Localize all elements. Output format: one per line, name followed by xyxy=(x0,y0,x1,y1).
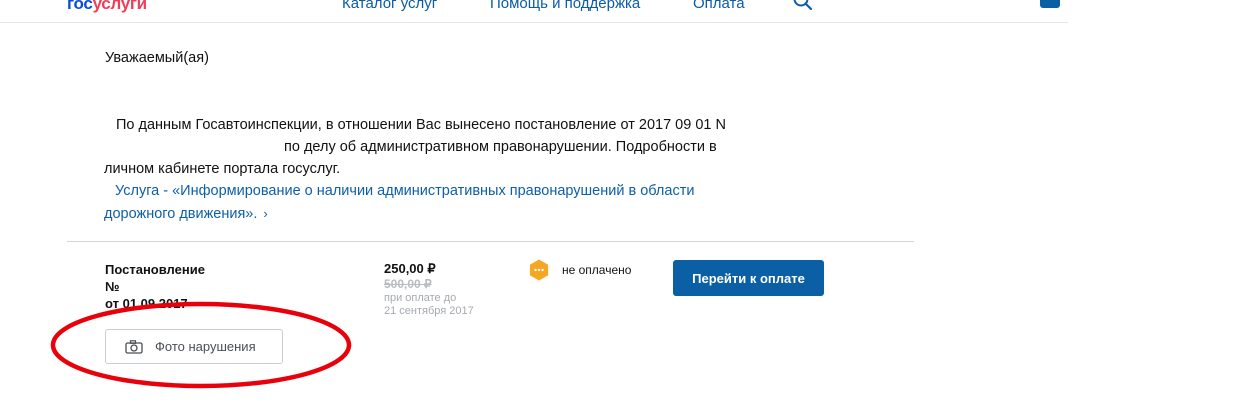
gosuslugi-logo[interactable]: госуслуги xyxy=(67,0,147,14)
logo-part-1: гос xyxy=(67,0,93,13)
service-link-line-2[interactable]: дорожного движения». xyxy=(104,206,257,222)
fine-title: Постановление № от 01.09.2017 xyxy=(105,261,245,312)
nav-payment[interactable]: Оплата xyxy=(693,0,745,12)
service-link-line-1[interactable]: Услуга - «Информирование о наличии админ… xyxy=(115,183,694,199)
discount-note-line-2: 21 сентября 2017 xyxy=(384,305,474,317)
notice-line-2: по делу об административном правонарушен… xyxy=(284,139,717,155)
section-divider xyxy=(67,241,914,242)
violation-photo-label: Фото нарушения xyxy=(155,339,256,354)
fine-title-line-1: Постановление xyxy=(105,262,205,277)
fine-date: от 01.09.2017 xyxy=(105,296,188,311)
fine-old-amount: 500,00 ₽ xyxy=(384,277,432,291)
discount-note-line-1: при оплате до xyxy=(384,292,457,304)
greeting-text: Уважаемый(ая) xyxy=(105,50,209,66)
fine-title-line-2: № xyxy=(105,279,120,294)
go-to-payment-button[interactable]: Перейти к оплате xyxy=(673,260,824,296)
service-link[interactable]: дорожного движения». › xyxy=(104,206,268,222)
search-icon[interactable] xyxy=(792,0,814,12)
nav-catalog[interactable]: Каталог услуг xyxy=(342,0,437,12)
payment-status: не оплачено xyxy=(562,263,632,277)
fine-amount: 250,00 ₽ xyxy=(384,261,436,276)
user-icon[interactable] xyxy=(1040,0,1060,8)
nav-help[interactable]: Помощь и поддержка xyxy=(490,0,640,12)
chevron-right-icon: › xyxy=(263,206,268,221)
logo-part-2: услуги xyxy=(92,0,148,13)
pending-status-icon xyxy=(529,259,549,281)
camera-icon xyxy=(125,339,143,354)
violation-photo-button[interactable]: Фото нарушения xyxy=(105,329,283,364)
top-header: госуслуги Каталог услуг Помощь и поддерж… xyxy=(0,0,1068,23)
notice-line-3: личном кабинете портала госуслуг. xyxy=(104,161,341,177)
notice-line-1: По данным Госавтоинспекции, в отношении … xyxy=(116,117,726,133)
discount-deadline: при оплате до 21 сентября 2017 xyxy=(384,292,474,318)
